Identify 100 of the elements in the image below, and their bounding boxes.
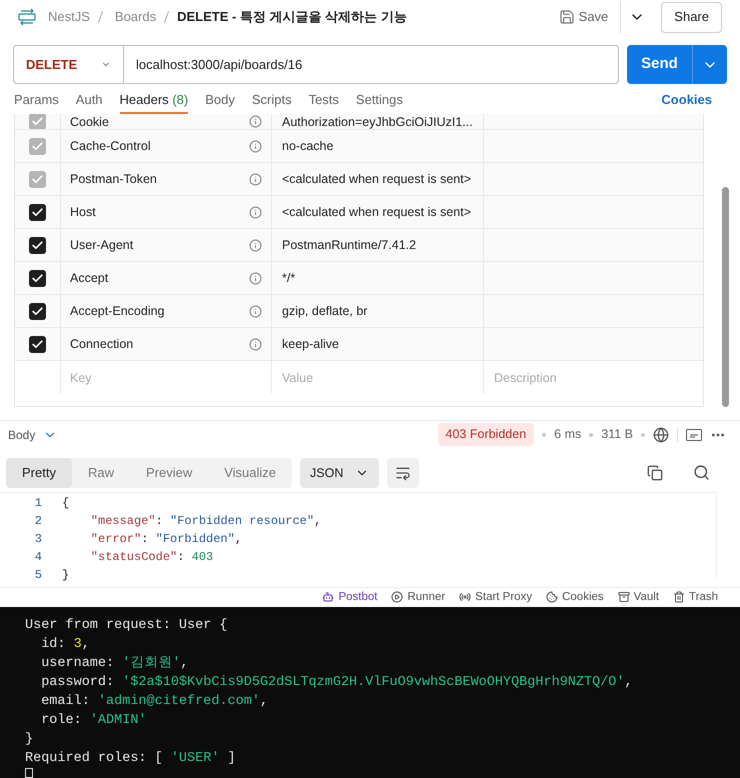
- body-dropdown[interactable]: Body: [8, 426, 58, 444]
- example-icon[interactable]: [686, 428, 702, 441]
- code-line: }: [62, 566, 70, 584]
- save-button[interactable]: Save: [554, 7, 612, 27]
- check-icon: [31, 140, 44, 153]
- response-size: 311 B: [601, 426, 633, 444]
- line-number: 3: [34, 530, 42, 548]
- terminal-line: password: '$2a$10$KvbCis9D5G2dSLTqzmG2H.VlFuO9vwhScBEWoOHYQBgHrh9NZTQ/O',: [40, 674, 633, 692]
- code-line: "message": "Forbidden resource",: [90, 512, 322, 530]
- copy-icon[interactable]: [647, 464, 663, 481]
- request-tab[interactable]: Settings: [356, 90, 403, 114]
- request-title: DELETE - 특정 게시글을 삭제하는 기능: [177, 8, 407, 26]
- header-value: <calculated when request is sent>: [282, 204, 472, 222]
- header-value: no-cache: [282, 138, 334, 156]
- header-key: Connection: [70, 335, 249, 354]
- checkbox[interactable]: [29, 302, 46, 320]
- status-bar-item[interactable]: Postbot: [322, 588, 378, 606]
- info-icon[interactable]: [249, 140, 262, 153]
- request-tab[interactable]: Auth: [76, 90, 103, 114]
- code-line: {: [62, 494, 70, 512]
- line-number: 5: [34, 566, 42, 584]
- status-icon: [391, 591, 404, 604]
- terminal-line: email: 'admin@citefred.com',: [40, 693, 268, 711]
- checkbox[interactable]: [29, 336, 46, 353]
- terminal-line: id: 3,: [40, 636, 90, 654]
- status-bar-item[interactable]: Vault: [618, 588, 660, 606]
- globe-icon[interactable]: [653, 426, 669, 443]
- check-icon: [31, 172, 44, 186]
- request-tab[interactable]: Tests: [308, 90, 339, 114]
- terminal-line: username: '김회원',: [40, 654, 189, 673]
- check-icon: [31, 272, 44, 285]
- wrap-button[interactable]: [387, 458, 420, 488]
- terminal-line: }: [25, 731, 34, 749]
- info-icon[interactable]: [249, 172, 262, 186]
- header-key: Accept: [70, 269, 249, 288]
- line-number: 1: [34, 494, 42, 512]
- line-number: 2: [34, 512, 42, 530]
- code-line: "error": "Forbidden",: [90, 530, 244, 548]
- line-number: 4: [34, 548, 42, 566]
- header-value: */*: [282, 270, 296, 288]
- cookies-link[interactable]: Cookies: [661, 90, 712, 114]
- check-icon: [31, 338, 44, 351]
- check-icon: [31, 304, 44, 318]
- status-badge: 403 Forbidden: [438, 423, 534, 446]
- status-icon: [322, 591, 334, 604]
- format-dropdown[interactable]: JSON: [300, 458, 380, 488]
- info-icon[interactable]: [249, 115, 262, 128]
- info-icon[interactable]: [249, 338, 262, 351]
- send-button[interactable]: Send: [627, 45, 692, 84]
- terminal-line: Required roles: [ 'USER' ]: [25, 750, 236, 768]
- header-key: Cookie: [70, 114, 249, 130]
- request-tab[interactable]: Scripts: [252, 90, 292, 114]
- view-tab[interactable]: Raw: [72, 458, 130, 488]
- info-icon[interactable]: [249, 238, 262, 252]
- description-field[interactable]: Description: [494, 368, 693, 388]
- header-value: keep-alive: [282, 336, 339, 354]
- info-icon[interactable]: [249, 272, 262, 285]
- status-bar-item[interactable]: Trash: [673, 588, 718, 606]
- terminal-cursor: [25, 768, 33, 778]
- checkbox[interactable]: [29, 270, 46, 287]
- header-value: Authorization=eyJhbGciOiJIUzI1...: [282, 114, 473, 130]
- response-time: 6 ms: [554, 426, 582, 444]
- method-dropdown[interactable]: DELETE: [13, 45, 124, 84]
- view-tab[interactable]: Visualize: [208, 458, 292, 488]
- status-bar-item[interactable]: Start Proxy: [459, 588, 532, 606]
- check-icon: [31, 238, 44, 252]
- request-tab[interactable]: Body: [205, 90, 235, 114]
- search-icon[interactable]: [693, 464, 710, 482]
- header-value: gzip, deflate, br: [282, 303, 368, 320]
- header-key: Host: [70, 203, 249, 222]
- check-icon: [31, 206, 44, 219]
- info-icon[interactable]: [249, 304, 262, 318]
- status-icon: [673, 591, 686, 604]
- checkbox[interactable]: [29, 204, 46, 221]
- http-icon: [18, 8, 36, 26]
- url-field[interactable]: localhost:3000/api/boards/16: [124, 45, 619, 84]
- status-icon: [459, 591, 472, 604]
- value-field[interactable]: Value: [282, 368, 473, 388]
- info-icon[interactable]: [249, 206, 262, 219]
- header-key: Accept-Encoding: [70, 302, 249, 321]
- request-tab[interactable]: Params: [14, 90, 59, 114]
- header-value: <calculated when request is sent>: [282, 171, 472, 188]
- header-key: Cache-Control: [70, 137, 249, 156]
- terminal-line: User from request: User {: [25, 617, 228, 635]
- header-key: Postman-Token: [70, 170, 249, 189]
- send-options-button[interactable]: [692, 45, 727, 84]
- share-button[interactable]: Share: [661, 2, 722, 33]
- status-icon: [618, 591, 630, 604]
- checkbox[interactable]: [29, 236, 46, 254]
- view-tab[interactable]: Pretty: [6, 458, 72, 488]
- view-tab[interactable]: Preview: [130, 458, 208, 488]
- breadcrumb-link[interactable]: NestJS: [48, 7, 90, 27]
- header-value: PostmanRuntime/7.41.2: [282, 237, 416, 254]
- scrollbar[interactable]: [722, 187, 729, 408]
- header-key: User-Agent: [70, 236, 249, 255]
- status-bar-item[interactable]: Cookies: [546, 588, 604, 606]
- key-field[interactable]: Key: [70, 368, 262, 388]
- wrap-icon: [395, 464, 412, 481]
- breadcrumb-link[interactable]: Boards: [114, 7, 156, 27]
- status-bar-item[interactable]: Runner: [391, 588, 446, 606]
